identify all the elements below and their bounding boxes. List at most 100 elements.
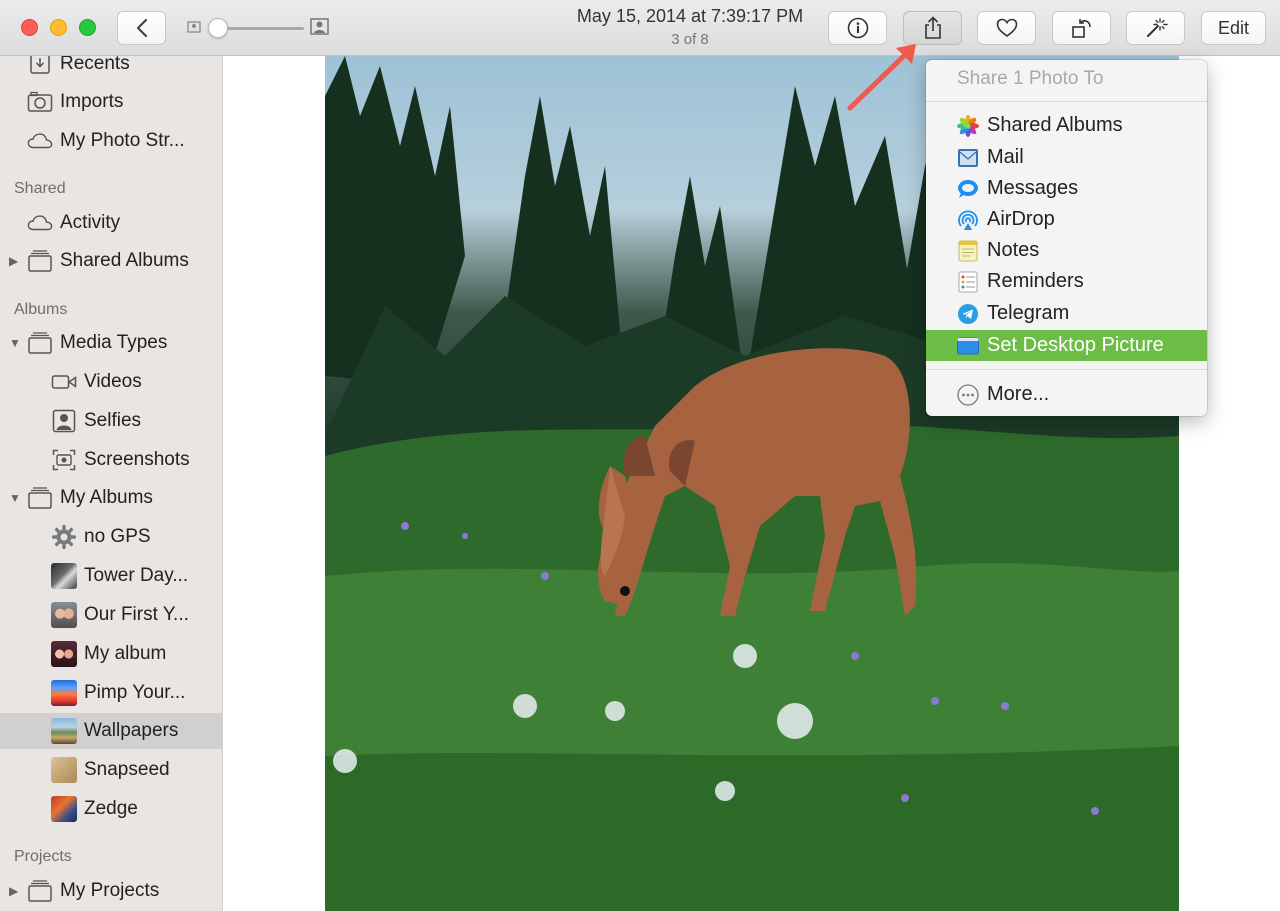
zoom-out-icon[interactable] <box>187 21 201 33</box>
sidebar-item-our-first-year[interactable]: Our First Y... <box>0 597 222 633</box>
more-ellipsis-icon <box>957 383 979 406</box>
sidebar-item-label: Tower Day... <box>84 565 189 586</box>
share-menu-item-reminders[interactable]: Reminders <box>926 266 1207 297</box>
sidebar-item-label: Videos <box>84 371 142 392</box>
sidebar-item-label: Our First Y... <box>84 604 189 625</box>
heart-icon <box>996 18 1017 37</box>
share-menu-item-label: AirDrop <box>987 208 1055 230</box>
chevron-left-icon <box>136 18 147 38</box>
share-menu-header: Share 1 Photo To <box>957 68 1104 89</box>
sidebar-item-label: My Photo Str... <box>60 130 185 151</box>
sidebar-item-label: Snapseed <box>84 759 170 780</box>
fullscreen-window-button[interactable] <box>79 19 96 36</box>
sidebar-item-activity[interactable]: Activity <box>0 205 222 241</box>
mail-icon <box>957 147 979 169</box>
sidebar-item-my-album[interactable]: My album <box>0 636 222 672</box>
enhance-button[interactable] <box>1126 11 1185 45</box>
sidebar-item-label: Wallpapers <box>84 720 179 741</box>
sidebar-item-shared-albums[interactable]: ▶ Shared Albums <box>0 243 222 279</box>
sidebar-item-wallpapers[interactable]: Wallpapers <box>0 713 222 749</box>
sidebar-item-zedge[interactable]: Zedge <box>0 791 222 827</box>
share-menu-item-set-desktop-picture[interactable]: Set Desktop Picture <box>926 330 1207 361</box>
sidebar-item-label: Zedge <box>84 798 138 819</box>
sidebar-item-screenshots[interactable]: Screenshots <box>0 442 222 478</box>
sidebar-section-albums: Albums <box>14 301 68 318</box>
share-menu-item-label: Notes <box>987 239 1040 261</box>
sidebar-item-snapseed[interactable]: Snapseed <box>0 752 222 788</box>
sidebar-item-label: Imports <box>60 91 124 112</box>
info-icon <box>847 17 868 39</box>
share-menu-item-label: Mail <box>987 146 1024 168</box>
zoom-slider-knob[interactable] <box>208 18 228 38</box>
zoom-in-icon[interactable] <box>310 18 329 35</box>
disclosure-down-icon[interactable]: ▼ <box>9 336 21 350</box>
share-icon <box>924 16 941 39</box>
share-menu-item-label: Shared Albums <box>987 114 1123 136</box>
share-menu-item-mail[interactable]: Mail <box>926 142 1207 173</box>
sidebar-item-label: My Projects <box>60 880 160 901</box>
notes-icon <box>957 240 979 262</box>
share-menu-item-notes[interactable]: Notes <box>926 235 1207 266</box>
share-menu-item-telegram[interactable]: Telegram <box>926 298 1207 329</box>
sidebar-section-shared: Shared <box>14 180 66 197</box>
sidebar-item-label: Shared Albums <box>60 250 189 271</box>
share-menu-more-label: More... <box>987 383 1050 405</box>
edit-button-label: Edit <box>1217 17 1250 38</box>
sidebar-item-label: My album <box>84 643 167 664</box>
share-menu-item-label: Telegram <box>987 302 1070 324</box>
album-thumbnail <box>51 641 77 667</box>
desktop-icon <box>957 335 979 357</box>
sidebar-item-label: Activity <box>60 212 121 233</box>
menu-separator <box>926 101 1207 102</box>
disclosure-right-icon[interactable]: ▶ <box>9 254 18 268</box>
sidebar-item-label: Recents <box>60 56 130 74</box>
rotate-button[interactable] <box>1052 11 1111 45</box>
messages-icon <box>957 178 979 200</box>
sidebar-item-videos[interactable]: Videos <box>0 364 222 400</box>
sidebar-item-imports[interactable]: Imports <box>0 84 222 120</box>
disclosure-right-icon[interactable]: ▶ <box>9 884 18 898</box>
rotate-icon <box>1071 19 1091 38</box>
album-thumbnail <box>51 563 77 589</box>
share-menu-item-airdrop[interactable]: AirDrop <box>926 204 1207 235</box>
album-stack-icon <box>27 878 53 904</box>
sidebar-item-pimp-your[interactable]: Pimp Your... <box>0 675 222 711</box>
sidebar-item-media-types[interactable]: ▼ Media Types <box>0 325 222 361</box>
sidebar-item-label: Pimp Your... <box>84 682 186 703</box>
favorite-button[interactable] <box>977 11 1036 45</box>
selfie-icon <box>51 408 77 434</box>
close-window-button[interactable] <box>21 19 38 36</box>
sidebar-item-my-projects[interactable]: ▶ My Projects <box>0 873 222 909</box>
album-thumbnail <box>51 680 77 706</box>
sidebar-item-recents[interactable]: Recents <box>0 56 222 82</box>
sidebar-item-no-gps[interactable]: no GPS <box>0 519 222 555</box>
reminders-icon <box>957 271 979 293</box>
sidebar-item-my-albums[interactable]: ▼ My Albums <box>0 480 222 516</box>
album-stack-icon <box>27 248 53 274</box>
sidebar-item-my-photo-stream[interactable]: My Photo Str... <box>0 123 222 159</box>
airdrop-icon <box>957 209 979 231</box>
share-menu-item-label: Set Desktop Picture <box>987 334 1164 356</box>
share-menu-item-label: Messages <box>987 177 1079 199</box>
sidebar-item-selfies[interactable]: Selfies <box>0 403 222 439</box>
cloud-icon <box>27 128 53 154</box>
share-menu-item-messages[interactable]: Messages <box>926 173 1207 204</box>
clock-icon <box>27 56 53 77</box>
sidebar-item-label: My Albums <box>60 487 153 508</box>
annotation-arrow-icon <box>847 44 916 111</box>
sidebar-item-tower-day[interactable]: Tower Day... <box>0 558 222 594</box>
sidebar-section-projects: Projects <box>14 848 72 865</box>
disclosure-down-icon[interactable]: ▼ <box>9 491 21 505</box>
edit-button[interactable]: Edit <box>1201 11 1266 45</box>
album-thumbnail <box>51 796 77 822</box>
photos-icon <box>957 114 979 137</box>
share-menu-item-more[interactable]: More... <box>926 379 1207 410</box>
video-icon <box>51 369 77 395</box>
screenshot-icon <box>51 447 77 473</box>
minimize-window-button[interactable] <box>50 19 67 36</box>
album-thumbnail <box>51 718 77 744</box>
album-thumbnail <box>51 757 77 783</box>
share-menu-item-shared-albums[interactable]: Shared Albums <box>926 110 1207 141</box>
back-button[interactable] <box>117 11 166 45</box>
cloud-icon <box>27 210 53 236</box>
